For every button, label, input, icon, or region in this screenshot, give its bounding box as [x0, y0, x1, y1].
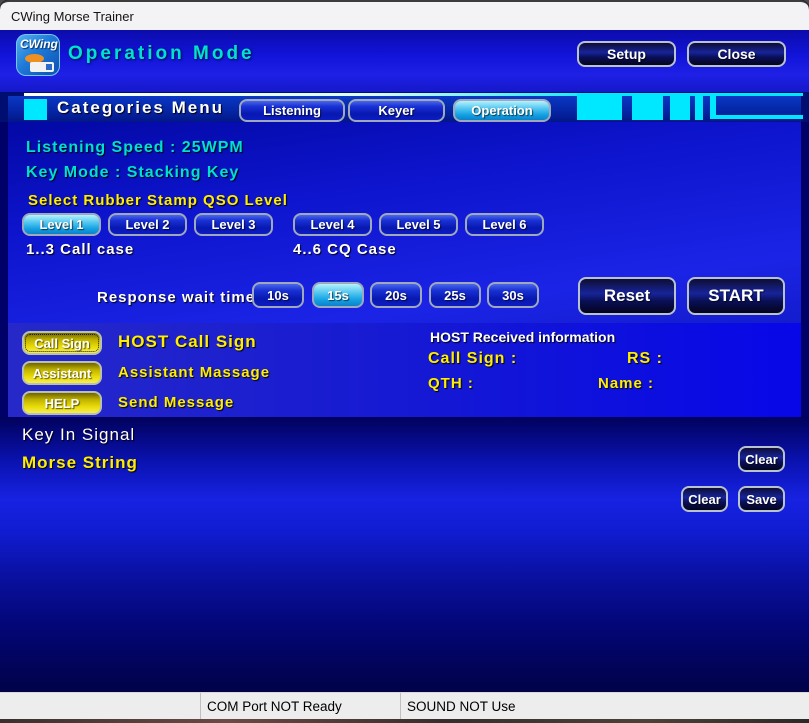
deco-block-1	[577, 93, 622, 120]
wait-25s-button[interactable]: 25s	[429, 282, 481, 308]
clear-morse-button[interactable]: Clear	[681, 486, 728, 512]
wait-30s-button[interactable]: 30s	[487, 282, 539, 308]
clear-signal-button[interactable]: Clear	[738, 446, 785, 472]
cwing-logo-icon: CWing	[16, 34, 60, 76]
wait-20s-button[interactable]: 20s	[370, 282, 422, 308]
message-panel: Call Sign Assistant HELP HOST Call Sign …	[0, 323, 809, 417]
tab-keyer[interactable]: Keyer	[348, 99, 445, 122]
settings-section: Listening Speed : 25WPM Key Mode : Stack…	[0, 122, 809, 323]
received-qth-label: QTH :	[428, 375, 474, 392]
header-band: CWing Operation Mode Setup Close	[0, 30, 809, 92]
app-window: CWing Morse Trainer CWing Operation Mode…	[0, 0, 809, 723]
cq-case-note: 4..6 CQ Case	[293, 241, 397, 258]
level-2-button[interactable]: Level 2	[108, 213, 187, 236]
received-rs-label: RS :	[627, 350, 663, 368]
title-bar[interactable]: CWing Morse Trainer	[0, 0, 809, 30]
deco-line-tail	[716, 115, 803, 119]
cyan-square-decoration	[24, 99, 47, 120]
call-case-note: 1..3 Call case	[26, 241, 134, 258]
close-button[interactable]: Close	[687, 41, 786, 67]
assistant-button[interactable]: Assistant	[22, 361, 102, 385]
deco-block-2	[632, 93, 663, 120]
setup-button[interactable]: Setup	[577, 41, 676, 67]
assistant-message-label: Assistant Massage	[118, 364, 270, 381]
tab-operation[interactable]: Operation	[453, 99, 551, 122]
host-received-title: HOST Received information	[430, 329, 615, 345]
wait-15s-button[interactable]: 15s	[312, 282, 364, 308]
status-bar: COM Port NOT Ready SOUND NOT Use	[0, 692, 809, 719]
wait-10s-button[interactable]: 10s	[252, 282, 304, 308]
level-1-button[interactable]: Level 1	[22, 213, 101, 236]
start-button[interactable]: START	[687, 277, 785, 315]
window-title: CWing Morse Trainer	[11, 9, 134, 24]
received-name-label: Name :	[598, 375, 654, 392]
level-5-button[interactable]: Level 5	[379, 213, 458, 236]
key-mode-text: Key Mode : Stacking Key	[26, 164, 239, 182]
categories-strip: Categories Menu Listening Keyer Operatio…	[0, 92, 809, 122]
received-call-sign-label: Call Sign :	[428, 350, 517, 368]
call-sign-button[interactable]: Call Sign	[22, 331, 102, 355]
host-call-sign-label: HOST Call Sign	[118, 332, 257, 352]
help-button[interactable]: HELP	[22, 391, 102, 415]
key-in-signal-title: Key In Signal	[22, 425, 135, 445]
status-cell-empty	[0, 693, 200, 719]
reset-button[interactable]: Reset	[578, 277, 676, 315]
level-3-button[interactable]: Level 3	[194, 213, 273, 236]
morse-string-title: Morse String	[22, 453, 138, 473]
send-message-label: Send Message	[118, 394, 234, 411]
com-port-status: COM Port NOT Ready	[200, 693, 400, 719]
morse-key-knob-icon	[46, 64, 52, 70]
level-6-button[interactable]: Level 6	[465, 213, 544, 236]
page-title: Operation Mode	[68, 43, 255, 65]
sound-status: SOUND NOT Use	[400, 693, 809, 719]
qso-level-title: Select Rubber Stamp QSO Level	[28, 192, 288, 209]
listening-speed-text: Listening Speed : 25WPM	[26, 139, 244, 157]
deco-block-4	[695, 93, 703, 120]
key-in-section: Key In Signal Morse String Clear Clear S…	[0, 417, 809, 692]
window-bottom-edge	[0, 719, 809, 723]
cwing-logo-text: CWing	[20, 37, 58, 51]
save-button[interactable]: Save	[738, 486, 785, 512]
level-4-button[interactable]: Level 4	[293, 213, 372, 236]
deco-block-3	[670, 93, 690, 120]
response-wait-label: Response wait time	[97, 289, 255, 306]
categories-menu-title: Categories Menu	[57, 98, 224, 118]
tab-listening[interactable]: Listening	[239, 99, 345, 122]
